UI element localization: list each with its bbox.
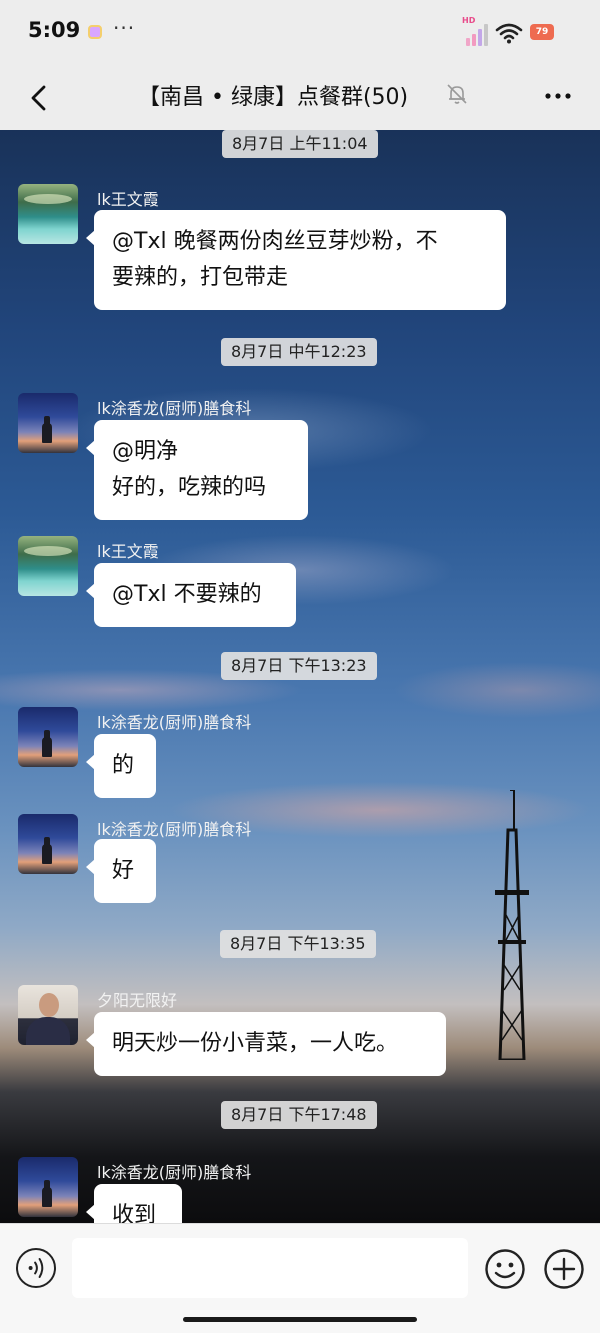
radio-tower-icon [495, 790, 529, 1060]
sender-name: lk涂香龙(厨师)膳食科 [97, 399, 252, 418]
dusk-avatar[interactable] [18, 814, 78, 874]
wifi-icon [495, 23, 523, 44]
chat-title[interactable]: 【南昌 • 绿康】点餐群(50) [138, 79, 408, 111]
chat-header: 【南昌 • 绿康】点餐群(50) [0, 66, 600, 130]
signal-icon [464, 20, 490, 46]
more-horizontal-icon[interactable] [540, 78, 576, 114]
dusk-avatar[interactable] [18, 1157, 78, 1217]
status-time: 5:09 [28, 18, 81, 42]
bell-off-icon [447, 84, 467, 104]
timestamp-chip: 8月7日 下午13:23 [221, 652, 377, 680]
message-line: 好的，吃辣的吗 [112, 475, 267, 500]
sender-name: lk涂香龙(厨师)膳食科 [97, 1163, 252, 1182]
person-avatar[interactable] [18, 985, 78, 1045]
timestamp-chip: 8月7日 下午17:48 [221, 1101, 377, 1129]
message-bubble[interactable]: @Txl 不要辣的 [86, 563, 296, 627]
message-line: 要辣的，打包带走 [112, 265, 289, 290]
notification-app-icon [88, 25, 102, 39]
plus-circle-icon[interactable] [543, 1248, 585, 1290]
message-line: 收到 [112, 1203, 157, 1223]
status-more-dots: ··· [113, 16, 136, 40]
chevron-left-icon[interactable] [24, 82, 56, 114]
voice-icon[interactable] [16, 1248, 56, 1288]
sender-name: lk涂香龙(厨师)膳食科 [97, 820, 252, 839]
timestamp-chip: 8月7日 下午13:35 [220, 930, 376, 958]
message-line: @Txl 晚餐两份肉丝豆芽炒粉，不 [112, 229, 438, 254]
timestamp-chip: 8月7日 上午11:04 [222, 130, 378, 158]
message-line: 好 [112, 858, 135, 883]
input-bar [0, 1223, 600, 1333]
message-bubble[interactable]: @明净 好的，吃辣的吗 [86, 420, 308, 520]
chat-messages-area[interactable]: 8月7日 上午11:04 lk王文霞 @Txl 晚餐两份肉丝豆芽炒粉，不 要辣的… [0, 130, 600, 1223]
message-line: @明净 [112, 439, 179, 464]
smile-icon[interactable] [484, 1248, 526, 1290]
message-bubble[interactable]: 的 [86, 734, 156, 798]
message-line: 明天炒一份小青菜，一人吃。 [112, 1031, 399, 1056]
timestamp-chip: 8月7日 中午12:23 [221, 338, 377, 366]
sender-name: 夕阳无限好 [97, 991, 178, 1010]
landscape-avatar[interactable] [18, 536, 78, 596]
landscape-avatar[interactable] [18, 184, 78, 244]
message-bubble[interactable]: @Txl 晚餐两份肉丝豆芽炒粉，不 要辣的，打包带走 [86, 210, 506, 310]
message-line: @Txl 不要辣的 [112, 582, 262, 607]
status-bar: 5:09 ··· HD 79 [0, 0, 600, 66]
message-bubble[interactable]: 好 [86, 839, 156, 903]
message-bubble[interactable]: 收到 [86, 1184, 182, 1223]
dusk-avatar[interactable] [18, 393, 78, 453]
message-line: 的 [112, 753, 135, 778]
message-bubble[interactable]: 明天炒一份小青菜，一人吃。 [86, 1012, 446, 1076]
message-input[interactable] [72, 1238, 468, 1298]
sender-name: lk王文霞 [97, 542, 159, 561]
sender-name: lk王文霞 [97, 190, 159, 209]
dusk-avatar[interactable] [18, 707, 78, 767]
home-indicator [183, 1317, 417, 1322]
battery-icon: 79 [530, 24, 554, 40]
sender-name: lk涂香龙(厨师)膳食科 [97, 713, 252, 732]
